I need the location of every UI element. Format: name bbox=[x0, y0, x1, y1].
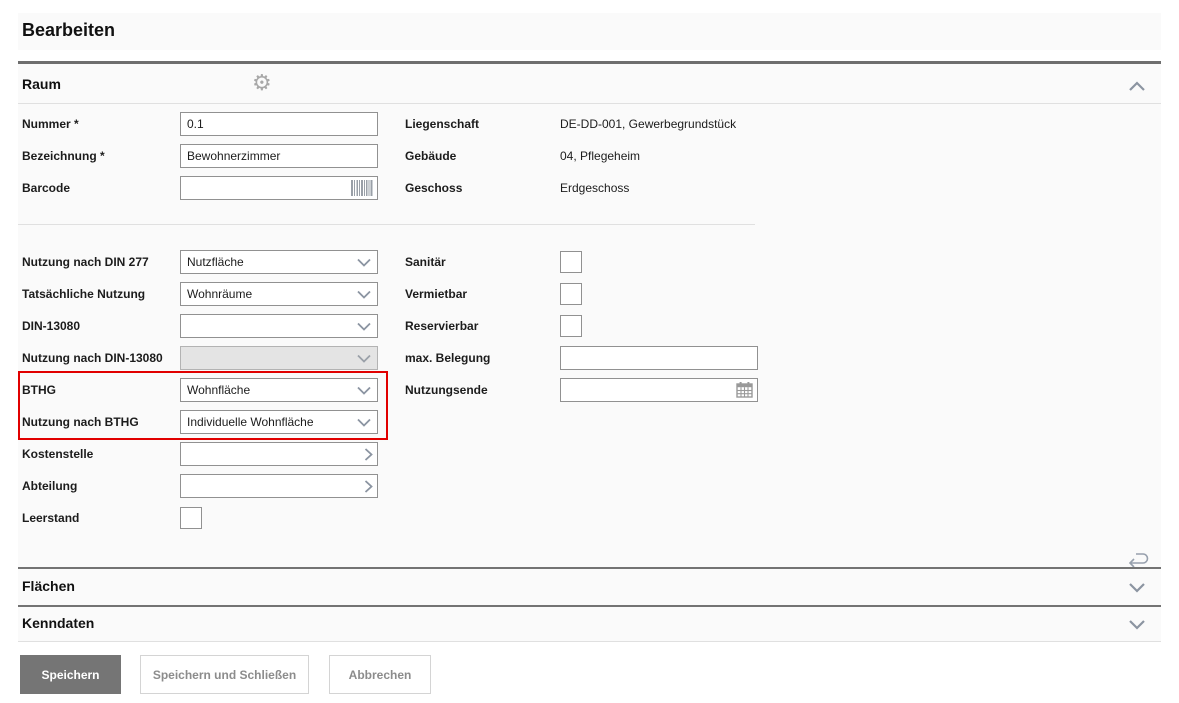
bthg-value: Wohnfläche bbox=[187, 383, 251, 397]
chevron-down-icon[interactable] bbox=[1128, 582, 1146, 594]
nutzung-din277-select[interactable]: Nutzfläche bbox=[180, 250, 378, 274]
barcode-input[interactable] bbox=[181, 178, 351, 198]
geschoss-label: Geschoss bbox=[405, 181, 463, 195]
flaechen-bar[interactable]: Flächen bbox=[18, 569, 1161, 605]
nutzung-bthg-value: Individuelle Wohnfläche bbox=[187, 415, 314, 429]
din13080-label: DIN-13080 bbox=[22, 319, 81, 333]
chevron-down-icon bbox=[357, 354, 371, 363]
nutzungsende-input[interactable] bbox=[561, 380, 736, 400]
raum-header-divider bbox=[18, 103, 1161, 104]
vermietbar-checkbox[interactable] bbox=[560, 283, 582, 305]
chevron-down-icon bbox=[357, 418, 371, 427]
leerstand-checkbox[interactable] bbox=[180, 507, 202, 529]
barcode-label: Barcode bbox=[22, 181, 71, 195]
reservierbar-checkbox[interactable] bbox=[560, 315, 582, 337]
tatsaechliche-nutzung-label: Tatsächliche Nutzung bbox=[22, 287, 146, 301]
max-belegung-label: max. Belegung bbox=[405, 351, 491, 365]
chevron-down-icon bbox=[357, 386, 371, 395]
gebaeude-value: 04, Pflegeheim bbox=[560, 149, 641, 163]
vermietbar-label: Vermietbar bbox=[405, 287, 468, 301]
bthg-select[interactable]: Wohnfläche bbox=[180, 378, 378, 402]
chevron-down-icon[interactable] bbox=[1128, 619, 1146, 631]
bthg-label: BTHG bbox=[22, 383, 56, 397]
nutzung-din277-value: Nutzfläche bbox=[187, 255, 244, 269]
geschoss-value: Erdgeschoss bbox=[560, 181, 630, 195]
leerstand-label: Leerstand bbox=[22, 511, 80, 525]
flaechen-section-title: Flächen bbox=[22, 578, 75, 594]
bezeichnung-label: Bezeichnung * bbox=[22, 149, 105, 163]
raum-collapse-button[interactable] bbox=[1128, 80, 1146, 92]
page-title: Bearbeiten bbox=[22, 20, 116, 40]
abteilung-input[interactable] bbox=[181, 476, 364, 496]
save-button[interactable]: Speichern bbox=[20, 655, 121, 694]
chevron-down-icon bbox=[357, 258, 371, 267]
tatsaechliche-nutzung-value: Wohnräume bbox=[187, 287, 253, 301]
gear-icon[interactable]: ⚙ bbox=[252, 72, 272, 94]
kenndaten-bar[interactable]: Kenndaten bbox=[18, 607, 1161, 641]
kenndaten-section-title: Kenndaten bbox=[22, 615, 95, 631]
kostenstelle-input[interactable] bbox=[181, 444, 364, 464]
kenndaten-bottom-divider bbox=[18, 641, 1161, 642]
sanitaer-label: Sanitär bbox=[405, 255, 446, 269]
cancel-button[interactable]: Abbrechen bbox=[329, 655, 431, 694]
calendar-icon[interactable] bbox=[736, 382, 753, 398]
liegenschaft-value: DE-DD-001, Gewerbegrundstück bbox=[560, 117, 737, 131]
max-belegung-input[interactable] bbox=[560, 346, 758, 370]
chevron-right-icon[interactable] bbox=[364, 479, 373, 493]
abteilung-label: Abteilung bbox=[22, 479, 78, 493]
undo-arrow-icon bbox=[1126, 553, 1150, 568]
din13080-select[interactable] bbox=[180, 314, 378, 338]
barcode-field[interactable] bbox=[180, 176, 378, 200]
nummer-input[interactable] bbox=[180, 112, 378, 136]
gebaeude-label: Gebäude bbox=[405, 149, 457, 163]
nutzung-bthg-select[interactable]: Individuelle Wohnfläche bbox=[180, 410, 378, 434]
nutzung-din13080-label: Nutzung nach DIN-13080 bbox=[22, 351, 163, 365]
liegenschaft-label: Liegenschaft bbox=[405, 117, 480, 131]
kostenstelle-field[interactable] bbox=[180, 442, 378, 466]
chevron-right-icon[interactable] bbox=[364, 447, 373, 461]
nutzung-din13080-select bbox=[180, 346, 378, 370]
save-and-close-button[interactable]: Speichern und Schließen bbox=[140, 655, 309, 694]
bezeichnung-input[interactable] bbox=[180, 144, 378, 168]
nutzungsende-label: Nutzungsende bbox=[405, 383, 488, 397]
raum-inner-divider bbox=[18, 224, 755, 225]
abteilung-field[interactable] bbox=[180, 474, 378, 498]
undo-button[interactable] bbox=[1126, 553, 1150, 568]
chevron-down-icon bbox=[357, 290, 371, 299]
nutzung-din277-label: Nutzung nach DIN 277 bbox=[22, 255, 149, 269]
barcode-icon bbox=[351, 180, 373, 196]
nutzungsende-field[interactable] bbox=[560, 378, 758, 402]
kostenstelle-label: Kostenstelle bbox=[22, 447, 94, 461]
tatsaechliche-nutzung-select[interactable]: Wohnräume bbox=[180, 282, 378, 306]
sanitaer-checkbox[interactable] bbox=[560, 251, 582, 273]
raum-section-title: Raum bbox=[22, 76, 61, 92]
nutzung-bthg-label: Nutzung nach BTHG bbox=[22, 415, 139, 429]
chevron-down-icon bbox=[357, 322, 371, 331]
nummer-label: Nummer * bbox=[22, 117, 79, 131]
reservierbar-label: Reservierbar bbox=[405, 319, 479, 333]
chevron-up-icon bbox=[1128, 80, 1146, 92]
page-header-band bbox=[18, 13, 1161, 50]
